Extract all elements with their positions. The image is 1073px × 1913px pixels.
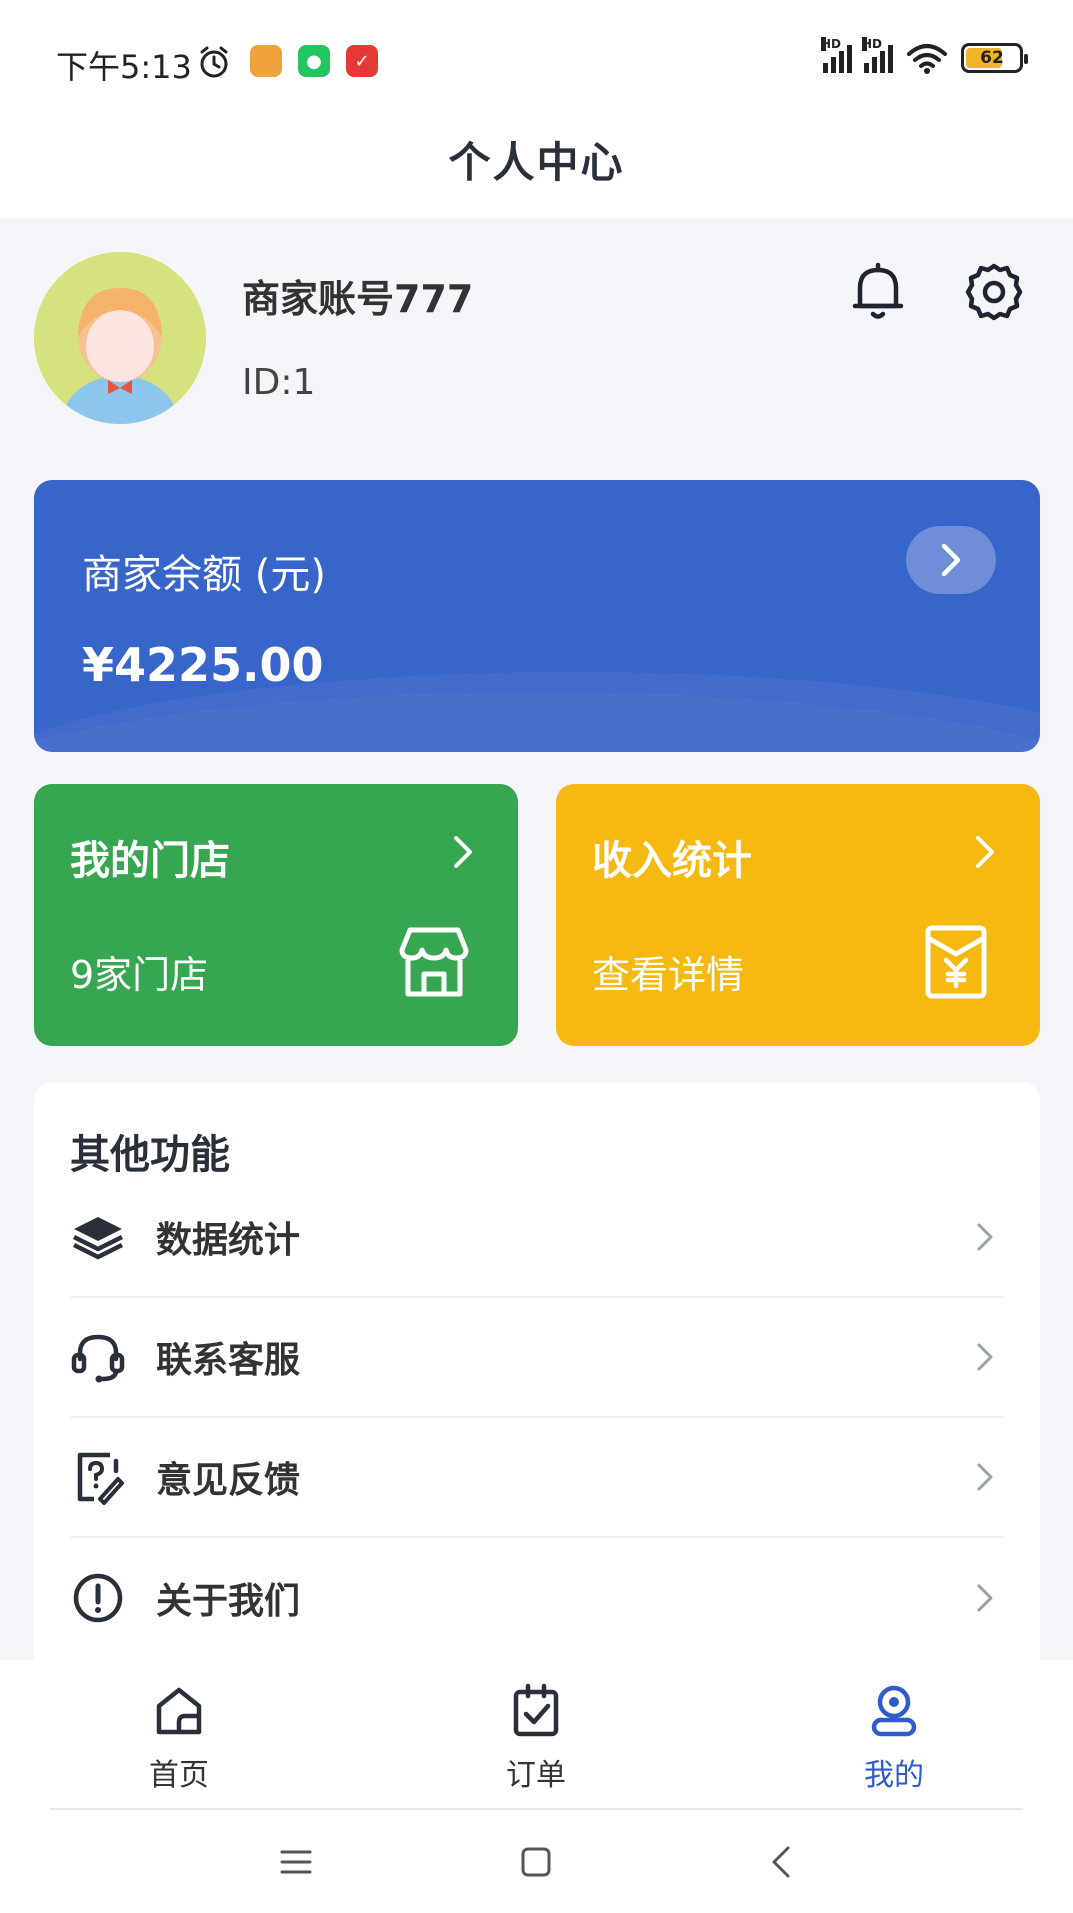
menu-item-label: 联系客服 [156, 1340, 301, 1381]
info-icon [73, 1573, 123, 1623]
chevron-right-icon [976, 836, 994, 868]
system-nav-bar [0, 1810, 1073, 1913]
chevron-right-icon [454, 836, 472, 868]
chevron-right-icon [941, 543, 961, 577]
other-functions-card: 其他功能 数据统计 联系客服 意见反馈 关于我们 [34, 1082, 1040, 1682]
nav-bar: 个人中心 [0, 100, 1073, 218]
menu-item-label: 关于我们 [156, 1581, 301, 1622]
bell-icon[interactable] [850, 262, 906, 322]
back-icon[interactable] [764, 1844, 800, 1880]
income-stats-tile[interactable]: 收入统计 查看详情 [556, 784, 1040, 1046]
income-envelope-icon [925, 925, 987, 999]
wifi-icon [907, 44, 947, 74]
tile-title: 收入统计 [592, 838, 752, 884]
status-time: 下午5:13 [56, 48, 192, 86]
menu-icon[interactable] [278, 1844, 314, 1880]
menu-item-about-us[interactable]: 关于我们 [70, 1538, 1004, 1658]
alarm-icon [200, 46, 228, 78]
signal-icon: HD [821, 37, 852, 73]
tab-label: 首页 [149, 1758, 209, 1793]
home-square-icon[interactable] [518, 1844, 554, 1880]
wechat-icon: ● [298, 45, 330, 77]
menu-item-data-stats[interactable]: 数据统计 [70, 1178, 1004, 1298]
balance-label: 商家余额 (元) [82, 552, 326, 598]
avatar-illustration [34, 252, 206, 424]
store-icon [399, 927, 469, 997]
status-bar: 下午5:13 ● ✓ HD HD 62 [0, 0, 1073, 100]
chevron-right-icon [977, 1223, 993, 1251]
tab-home[interactable]: 首页 [79, 1682, 279, 1794]
chevron-right-icon [977, 1463, 993, 1491]
page-title: 个人中心 [448, 137, 625, 187]
headset-icon [71, 1334, 125, 1383]
app-notification-icon: ✓ [346, 45, 378, 77]
signal-icon-2: HD [862, 37, 893, 73]
bottom-tab-bar: 首页 订单 我的 [0, 1660, 1073, 1810]
balance-value: ¥4225.00 [82, 638, 324, 692]
gear-icon[interactable] [964, 262, 1024, 322]
profile-icon [871, 1685, 917, 1737]
tab-orders[interactable]: 订单 [436, 1682, 636, 1794]
tab-mine[interactable]: 我的 [794, 1682, 994, 1794]
menu-item-feedback[interactable]: 意见反馈 [70, 1418, 1004, 1538]
tile-title: 我的门店 [70, 838, 230, 884]
tab-label: 我的 [864, 1758, 924, 1793]
merchant-id: ID:1 [242, 362, 316, 403]
feedback-icon [77, 1452, 124, 1505]
avatar[interactable] [34, 252, 206, 424]
menu-item-label: 数据统计 [156, 1220, 301, 1261]
balance-card[interactable]: 商家余额 (元) ¥4225.00 [34, 480, 1040, 752]
section-title: 其他功能 [70, 1132, 230, 1178]
chevron-right-icon [977, 1584, 993, 1612]
battery-level: 62 [980, 48, 1004, 68]
tile-subtitle: 查看详情 [592, 953, 745, 997]
chevron-right-icon [977, 1343, 993, 1371]
layers-icon [72, 1217, 124, 1260]
my-stores-tile[interactable]: 我的门店 9家门店 [34, 784, 518, 1046]
menu-item-customer-service[interactable]: 联系客服 [70, 1298, 1004, 1418]
tab-label: 订单 [506, 1758, 566, 1793]
balance-detail-button[interactable] [906, 526, 996, 594]
notes-app-icon [250, 45, 282, 77]
tile-subtitle: 9家门店 [70, 953, 209, 997]
home-icon [156, 1687, 202, 1735]
merchant-name: 商家账号777 [242, 277, 474, 321]
order-clipboard-icon [513, 1683, 559, 1737]
battery-icon: 62 [961, 43, 1028, 73]
menu-item-label: 意见反馈 [156, 1460, 301, 1501]
